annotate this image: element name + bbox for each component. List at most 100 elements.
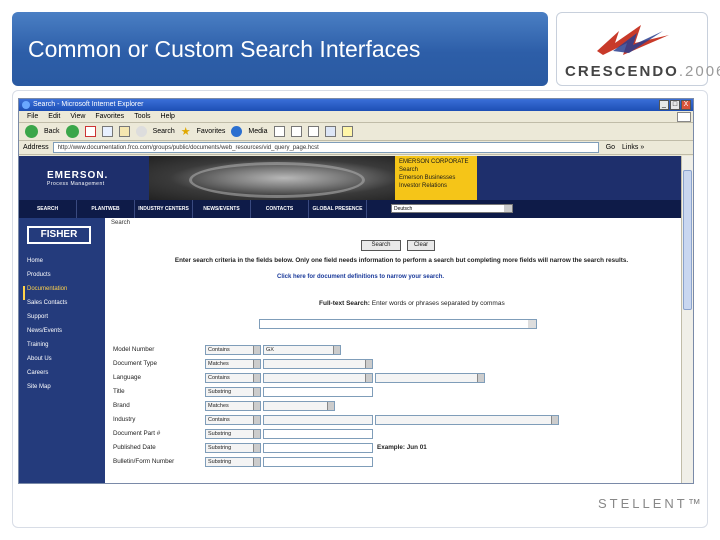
close-button[interactable]: X: [681, 100, 691, 110]
clear-button[interactable]: Clear: [407, 240, 435, 251]
definitions-link[interactable]: Click here for document definitions to n…: [277, 274, 444, 280]
operator-select[interactable]: Contains: [205, 373, 261, 383]
back-label[interactable]: Back: [44, 128, 60, 135]
maximize-button[interactable]: □: [670, 100, 680, 110]
leftnav-support[interactable]: Support: [27, 314, 67, 328]
search-label[interactable]: Search: [153, 128, 175, 135]
brand-name: CRESCENDO: [565, 63, 679, 80]
links-button[interactable]: Links »: [622, 144, 644, 151]
nav-plantweb[interactable]: PLANTWEB: [77, 200, 135, 218]
emerson-logo[interactable]: EMERSON. Process Management: [47, 170, 108, 187]
home-icon[interactable]: [118, 126, 130, 137]
leftnav-documentation[interactable]: Documentation: [23, 286, 67, 300]
operator-select[interactable]: Contains: [205, 345, 261, 355]
operator-select[interactable]: Matches: [205, 401, 261, 411]
print-icon[interactable]: [307, 126, 319, 137]
value-select[interactable]: [263, 401, 335, 411]
fisher-logo[interactable]: FISHER: [27, 226, 91, 244]
stop-icon[interactable]: [84, 126, 96, 137]
operator-select[interactable]: Substring: [205, 443, 261, 453]
language-select[interactable]: Deutsch: [391, 204, 513, 213]
word-icon[interactable]: [324, 126, 336, 137]
search-button[interactable]: Search: [361, 240, 401, 251]
media-label[interactable]: Media: [248, 128, 267, 135]
operator-select[interactable]: Substring: [205, 457, 261, 467]
chevron-down-icon[interactable]: [365, 360, 372, 368]
chevron-down-icon[interactable]: [551, 416, 558, 424]
leftnav-products[interactable]: Products: [27, 272, 67, 286]
value-select[interactable]: [263, 359, 373, 369]
mail-icon[interactable]: [290, 126, 302, 137]
menu-view[interactable]: View: [70, 111, 85, 122]
menu-file[interactable]: File: [27, 111, 38, 122]
favorites-label[interactable]: Favorites: [197, 128, 226, 135]
go-button[interactable]: Go: [603, 144, 618, 151]
media-icon[interactable]: [231, 126, 243, 137]
folder-icon[interactable]: [341, 126, 353, 137]
page-scrollbar[interactable]: [681, 156, 693, 483]
chevron-down-icon[interactable]: [365, 374, 372, 382]
chevron-down-icon[interactable]: [253, 444, 260, 452]
address-label: Address: [23, 144, 49, 151]
chevron-down-icon[interactable]: [528, 320, 536, 328]
chevron-down-icon[interactable]: [253, 430, 260, 438]
chevron-down-icon[interactable]: [253, 416, 260, 424]
value-select-secondary[interactable]: [375, 415, 559, 425]
corporate-businesses-link[interactable]: Emerson Businesses: [399, 174, 473, 182]
value-select[interactable]: [263, 373, 373, 383]
refresh-icon[interactable]: [101, 126, 113, 137]
title-input[interactable]: [263, 387, 373, 397]
chevron-down-icon[interactable]: [477, 374, 484, 382]
chevron-down-icon[interactable]: [333, 346, 340, 354]
menu-edit[interactable]: Edit: [48, 111, 60, 122]
chevron-down-icon[interactable]: [253, 346, 260, 354]
chevron-down-icon[interactable]: [327, 402, 334, 410]
corporate-search-link[interactable]: Search: [399, 166, 473, 174]
bulletin-input[interactable]: [263, 457, 373, 467]
menu-help[interactable]: Help: [161, 111, 175, 122]
leftnav-sales-contacts[interactable]: Sales Contacts: [27, 300, 67, 314]
leftnav-news-events[interactable]: News/Events: [27, 328, 67, 342]
window-title: Search - Microsoft Internet Explorer: [33, 101, 144, 108]
chevron-down-icon[interactable]: [253, 458, 260, 466]
operator-select[interactable]: Matches: [205, 359, 261, 369]
fulltext-input[interactable]: [259, 319, 537, 329]
nav-news-events[interactable]: NEWS/EVENTS: [193, 200, 251, 218]
operator-value: Substring: [208, 445, 232, 451]
back-arrow-icon[interactable]: [25, 125, 38, 138]
nav-global-presence[interactable]: GLOBAL PRESENCE: [309, 200, 367, 218]
chevron-down-icon[interactable]: [253, 374, 260, 382]
leftnav-training[interactable]: Training: [27, 342, 67, 356]
chevron-down-icon[interactable]: [253, 402, 260, 410]
leftnav-home[interactable]: Home: [27, 258, 67, 272]
leftnav-careers[interactable]: Careers: [27, 370, 67, 384]
value-select-secondary[interactable]: [375, 373, 485, 383]
forward-arrow-icon[interactable]: [65, 125, 79, 138]
chevron-down-icon[interactable]: [504, 205, 512, 212]
leftnav-site-map[interactable]: Site Map: [27, 384, 67, 398]
chevron-down-icon[interactable]: [253, 388, 260, 396]
operator-select[interactable]: Substring: [205, 387, 261, 397]
operator-select[interactable]: Substring: [205, 429, 261, 439]
menu-tools[interactable]: Tools: [134, 111, 150, 122]
nav-industry-centers[interactable]: INDUSTRY CENTERS: [135, 200, 193, 218]
minimize-button[interactable]: _: [659, 100, 669, 110]
doc-part-input[interactable]: [263, 429, 373, 439]
scrollbar-thumb[interactable]: [683, 170, 692, 310]
field-row-brand: Brand Matches: [113, 401, 678, 412]
value-select[interactable]: [263, 415, 373, 425]
history-icon[interactable]: [273, 126, 285, 137]
field-label: Bulletin/Form Number: [113, 458, 175, 465]
value-select[interactable]: GX: [263, 345, 341, 355]
corporate-investor-link[interactable]: Investor Relations: [399, 182, 473, 190]
chevron-down-icon[interactable]: [253, 360, 260, 368]
menu-favorites[interactable]: Favorites: [95, 111, 124, 122]
search-icon[interactable]: [135, 126, 147, 137]
published-date-input[interactable]: [263, 443, 373, 453]
address-input[interactable]: http://www.documentation.frco.com/groups…: [52, 142, 599, 153]
nav-search[interactable]: SEARCH: [19, 200, 77, 218]
operator-select[interactable]: Contains: [205, 415, 261, 425]
nav-contacts[interactable]: CONTACTS: [251, 200, 309, 218]
favorites-star-icon[interactable]: ★: [181, 125, 191, 138]
leftnav-about-us[interactable]: About Us: [27, 356, 67, 370]
